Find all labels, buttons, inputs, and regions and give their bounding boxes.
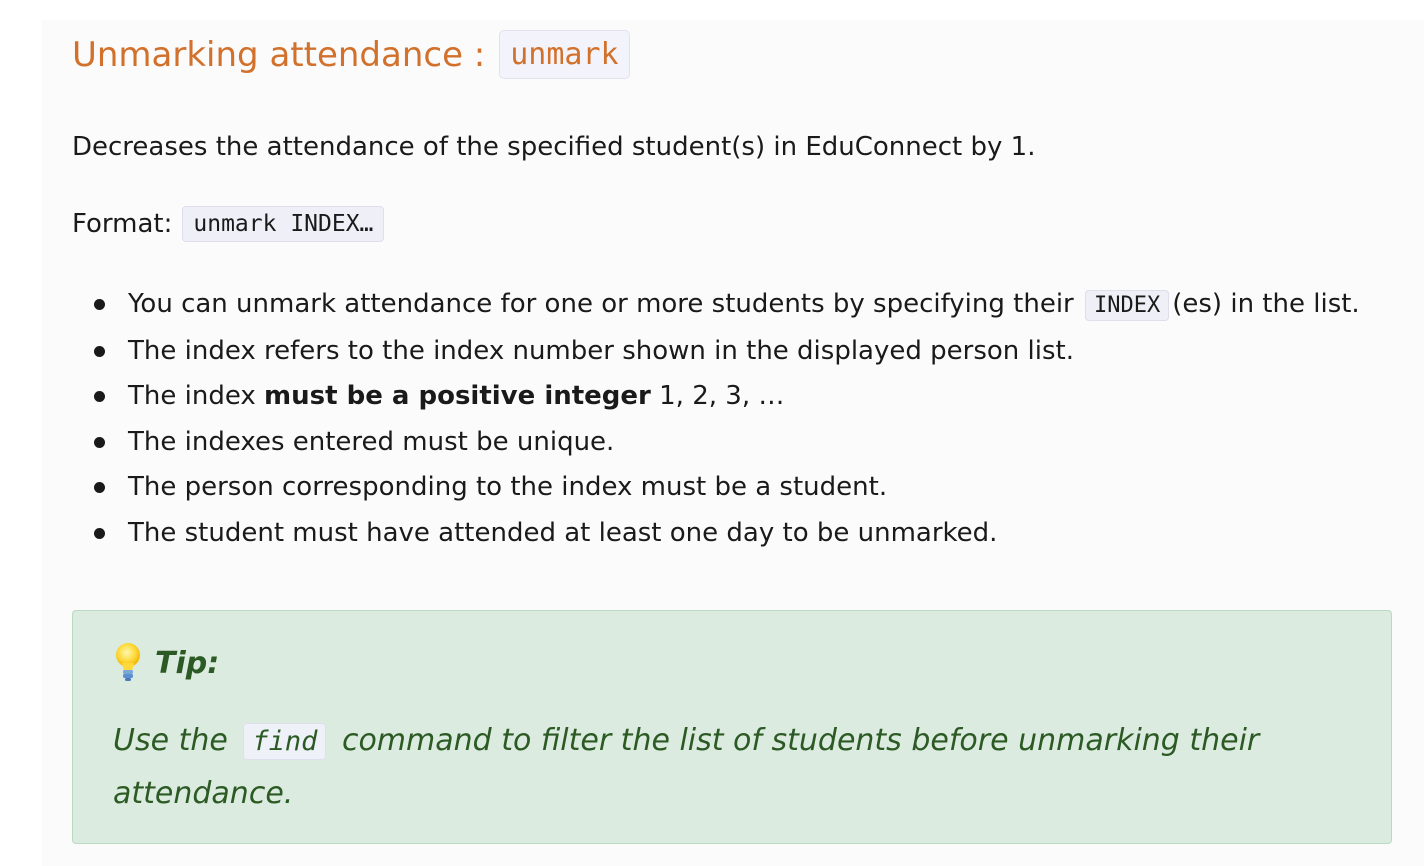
bullet-text: 1, 2, 3, … — [650, 381, 785, 412]
bullet-text: The index — [128, 381, 265, 412]
format-line: Format: unmark INDEX… — [72, 206, 385, 242]
tip-box: Tip: Use the find command to filter the … — [72, 610, 1392, 844]
bullet-dot — [94, 482, 105, 494]
bullet-text: You can unmark attendance for one or mor… — [128, 289, 1074, 319]
find-code: find — [243, 723, 327, 760]
tip-text: Use the find command to filter the list … — [113, 715, 1353, 820]
list-item: The index refers to the index number sho… — [72, 329, 1372, 375]
bullet-dot — [94, 436, 105, 448]
bullet-text: The person corresponding to the index mu… — [128, 472, 888, 503]
bullet-text: The indexes entered must be unique. — [128, 426, 615, 457]
index-code: INDEX — [1085, 290, 1170, 321]
bullet-dot — [94, 527, 105, 539]
format-code: unmark INDEX… — [182, 206, 385, 242]
tip-label: Tip: — [155, 645, 220, 681]
heading-command-code: unmark — [499, 30, 630, 79]
list-item: The indexes entered must be unique. — [72, 420, 1372, 466]
bullet-text: The student must have attended at least … — [128, 517, 998, 548]
bullet-dot — [94, 391, 105, 403]
lightbulb-icon — [116, 643, 140, 681]
notes-list: You can unmark attendance for one or mor… — [72, 282, 1372, 557]
format-label: Format: — [72, 209, 173, 239]
bullet-text: (es) in the list. — [1172, 289, 1360, 319]
bullet-bold-text: must be a positive integer — [264, 381, 651, 412]
command-description: Decreases the attendance of the specifie… — [72, 132, 1036, 162]
list-item: The person corresponding to the index mu… — [72, 465, 1372, 511]
heading-text: Unmarking attendance : — [72, 34, 486, 75]
tip-title: Tip: — [113, 641, 219, 685]
document-page: Unmarking attendance : unmark Decreases … — [42, 20, 1424, 866]
section-heading: Unmarking attendance : unmark — [72, 30, 630, 79]
list-item: The index must be a positive integer 1, … — [72, 374, 1372, 420]
bullet-dot — [94, 299, 105, 310]
bullet-dot — [94, 345, 105, 357]
bullet-text: The index refers to the index number sho… — [128, 335, 1074, 366]
list-item: The student must have attended at least … — [72, 511, 1372, 557]
list-item: You can unmark attendance for one or mor… — [72, 282, 1372, 329]
tip-text-before: Use the — [113, 723, 228, 758]
